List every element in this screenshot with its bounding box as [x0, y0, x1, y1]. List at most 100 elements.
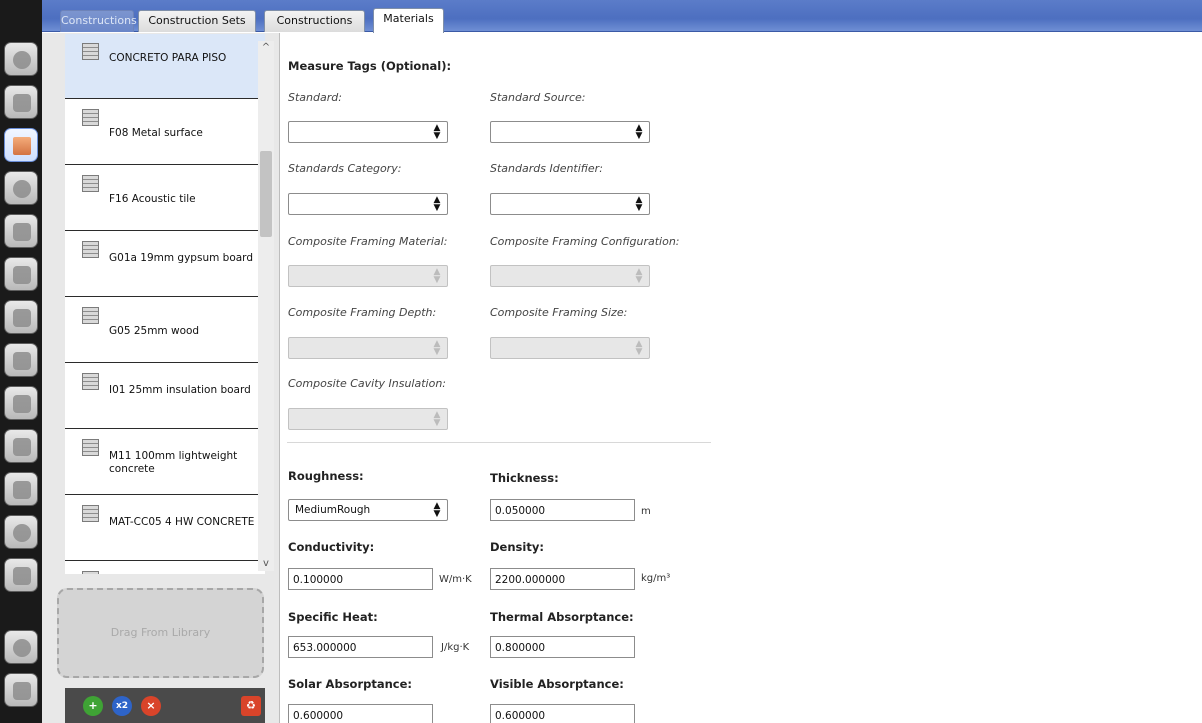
list-item-label: G01a 19mm gypsum board — [109, 252, 253, 264]
cavity-insulation-dropdown[interactable]: ▲ ▼ — [288, 408, 448, 430]
list-item[interactable]: MAT-CC05 4 HW CONCRETE — [65, 496, 265, 561]
close-icon: × — [146, 699, 156, 712]
scroll-up-icon[interactable]: ^ — [258, 41, 274, 55]
trash-icon: ♻ — [246, 699, 256, 712]
conductivity-label: Conductivity: — [288, 540, 375, 554]
scroll-down-icon[interactable]: v — [258, 557, 274, 571]
schedules-tab-button[interactable] — [4, 85, 38, 119]
tab-constructions-faded[interactable]: Constructions — [60, 10, 137, 32]
spin-arrows-icon: ▲ ▼ — [433, 267, 441, 285]
list-item[interactable]: M11 100mm lightweight concrete — [65, 430, 265, 495]
visible-absorptance-value: 0.600000 — [495, 710, 546, 722]
thermal-absorptance-field[interactable]: 0.800000 — [490, 636, 635, 658]
drop-zone-label: Drag From Library — [110, 626, 211, 639]
material-icon — [82, 571, 99, 574]
library-drop-zone[interactable]: Drag From Library — [57, 588, 264, 678]
gear-icon — [13, 524, 31, 542]
building-icon — [13, 309, 31, 327]
visible-absorptance-field[interactable]: 0.600000 — [490, 704, 635, 723]
zones-icon — [13, 395, 31, 413]
spin-arrows-icon: ▲ ▼ — [433, 195, 441, 213]
standard-source-dropdown[interactable]: ▲ ▼ — [490, 121, 650, 143]
measure-tags-title: Measure Tags (Optional): — [288, 59, 452, 73]
run-simulation-tab-button[interactable] — [4, 630, 38, 664]
density-value: 2200.000000 — [495, 574, 566, 586]
list-item[interactable]: G01a 19mm gypsum board — [65, 232, 265, 297]
spin-arrows-icon: ▲ ▼ — [635, 339, 643, 357]
framing-depth-dropdown[interactable]: ▲ ▼ — [288, 337, 448, 359]
location-tab-button[interactable] — [4, 42, 38, 76]
material-icon — [82, 505, 99, 522]
list-item[interactable]: F16 Acoustic tile — [65, 166, 265, 231]
output-variables-tab-button[interactable] — [4, 558, 38, 592]
tab-construction-sets[interactable]: Construction Sets — [138, 10, 256, 32]
roughness-dropdown[interactable]: MediumRough ▲ ▼ — [288, 499, 448, 521]
geometry-tab-button[interactable] — [4, 257, 38, 291]
list-item-label: MAT-CC05 4 HW CONCRETE — [109, 516, 255, 528]
framing-configuration-dropdown[interactable]: ▲ ▼ — [490, 265, 650, 287]
framing-size-dropdown[interactable]: ▲ ▼ — [490, 337, 650, 359]
thermal-absorptance-label: Thermal Absorptance: — [490, 610, 634, 624]
remove-material-button[interactable]: × — [141, 696, 161, 716]
list-item[interactable]: G05 25mm wood — [65, 298, 265, 363]
roughness-value: MediumRough — [295, 504, 371, 516]
list-item[interactable]: F08 Metal surface — [65, 100, 265, 165]
purge-materials-button[interactable]: ♻ — [241, 696, 261, 716]
solar-absorptance-value: 0.600000 — [293, 710, 344, 722]
facility-tab-button[interactable] — [4, 300, 38, 334]
specific-heat-field[interactable]: 653.000000 — [288, 636, 433, 658]
calendar-icon — [13, 94, 31, 112]
solar-absorptance-field[interactable]: 0.600000 — [288, 704, 433, 723]
spin-arrows-icon: ▲ ▼ — [635, 195, 643, 213]
density-field[interactable]: 2200.000000 — [490, 568, 635, 590]
framing-material-dropdown[interactable]: ▲ ▼ — [288, 265, 448, 287]
material-icon — [82, 109, 99, 126]
framing-configuration-label: Composite Framing Configuration: — [490, 235, 680, 248]
materials-list: CONCRETO PARA PISO F08 Metal surface F16… — [65, 34, 265, 574]
space-types-tab-button[interactable] — [4, 214, 38, 248]
hvac-systems-tab-button[interactable] — [4, 429, 38, 463]
tab-materials[interactable]: Materials — [373, 8, 444, 33]
building-summary-tab-button[interactable] — [4, 472, 38, 506]
spaces-tab-button[interactable] — [4, 343, 38, 377]
standards-identifier-label: Standards Identifier: — [490, 162, 603, 175]
play-icon — [13, 639, 31, 657]
thickness-label: Thickness: — [490, 471, 559, 485]
list-item[interactable]: I01 25mm insulation board — [65, 364, 265, 429]
constructions-tab-button[interactable] — [4, 128, 38, 162]
thermal-zones-tab-button[interactable] — [4, 386, 38, 420]
conductivity-value: 0.100000 — [293, 574, 344, 586]
list-item-label: CONCRETO PARA PISO — [109, 52, 227, 64]
plug-icon — [13, 180, 31, 198]
conductivity-field[interactable]: 0.100000 — [288, 568, 433, 590]
list-scrollbar[interactable]: ^ v — [258, 41, 274, 571]
loads-tab-button[interactable] — [4, 171, 38, 205]
copy-material-button[interactable]: x2 — [112, 696, 132, 716]
tools-icon — [13, 481, 31, 499]
materials-list-pane: CONCRETO PARA PISO F08 Metal surface F16… — [42, 33, 280, 723]
framing-size-label: Composite Framing Size: — [490, 306, 628, 319]
roughness-label: Roughness: — [288, 469, 364, 483]
standards-identifier-dropdown[interactable]: ▲ ▼ — [490, 193, 650, 215]
standard-dropdown[interactable]: ▲ ▼ — [288, 121, 448, 143]
thickness-field[interactable]: 0.050000 — [490, 499, 635, 521]
standards-category-label: Standards Category: — [288, 162, 402, 175]
document-icon — [13, 567, 31, 585]
measures-tab-button[interactable] — [4, 515, 38, 549]
scrollbar-thumb[interactable] — [260, 151, 272, 237]
material-icon — [82, 241, 99, 258]
list-item[interactable]: CONCRETO PARA PISO — [65, 34, 265, 99]
spin-arrows-icon: ▲ ▼ — [635, 267, 643, 285]
standards-category-dropdown[interactable]: ▲ ▼ — [288, 193, 448, 215]
spin-arrows-icon: ▲ ▼ — [635, 123, 643, 141]
spin-arrows-icon: ▲ ▼ — [433, 410, 441, 428]
thickness-value: 0.050000 — [495, 505, 546, 517]
density-label: Density: — [490, 540, 544, 554]
list-item-label: F16 Acoustic tile — [109, 193, 196, 205]
list-item[interactable] — [65, 562, 265, 574]
results-tab-button[interactable] — [4, 673, 38, 707]
add-material-button[interactable]: + — [83, 696, 103, 716]
cube-icon — [13, 223, 31, 241]
tab-constructions[interactable]: Constructions — [264, 10, 365, 32]
framing-depth-label: Composite Framing Depth: — [288, 306, 437, 319]
